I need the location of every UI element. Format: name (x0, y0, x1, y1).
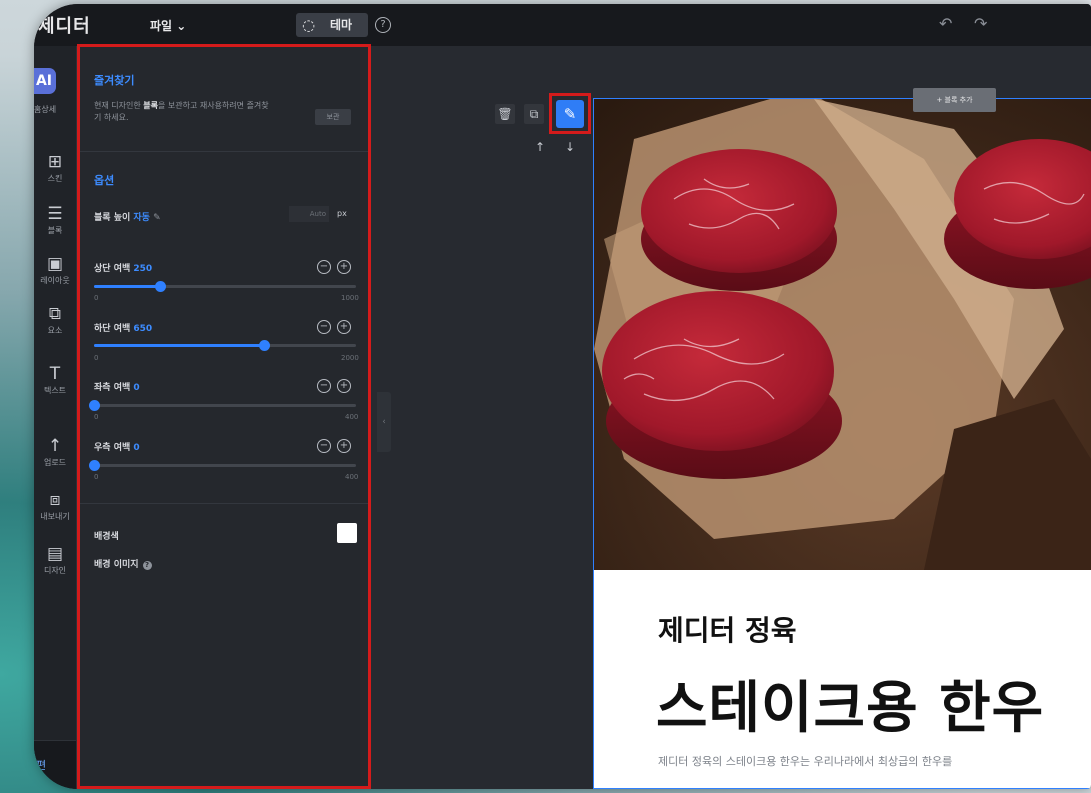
app-logo: 제디터 (38, 16, 91, 37)
sidebar-item-design[interactable]: ▤ 디자인 (34, 544, 76, 576)
copy-icon[interactable]: ⧉ (524, 104, 544, 124)
sidebar-item-skin[interactable]: ⊞ 스킨 (34, 152, 76, 184)
sidebar-item-export[interactable]: ⧈ 내보내기 (34, 490, 76, 522)
top-bar: 제디터 파일 ⌄ ◌ 테마 ? ↶ ↷ (34, 4, 1091, 46)
product-description[interactable]: 제디터 정육의 스테이크용 한우는 우리나라에서 최상급의 한우를 (658, 753, 952, 769)
sidebar-item-element[interactable]: ⧉ 요소 (34, 304, 76, 336)
move-up-icon[interactable]: ↑ (530, 137, 550, 157)
pencil-highlight-box (549, 93, 591, 134)
sidebar-item-block[interactable]: ☰ 블록 (34, 204, 76, 236)
panel-collapse-handle[interactable]: ‹ (377, 392, 391, 452)
sidebar-item-layout[interactable]: ▣ 레이아웃 (34, 254, 76, 286)
undo-icon[interactable]: ↶ (939, 14, 952, 33)
product-subtitle[interactable]: 제디터 정육 (658, 609, 797, 649)
palette-icon: ◌ (302, 16, 316, 34)
text-icon: T (49, 364, 61, 384)
theme-label: 테마 (330, 18, 353, 32)
export-icon: ⧈ (49, 490, 61, 510)
ai-caption: 홈상세 (34, 105, 57, 114)
layout-icon: ▣ (46, 254, 64, 274)
edit-tab[interactable]: 편 (34, 740, 76, 789)
block-canvas[interactable]: 제디터 정육 스테이크용 한우 제디터 정육의 스테이크용 한우는 우리나라에서… (593, 98, 1091, 789)
editor-window: 제디터 파일 ⌄ ◌ 테마 ? ↶ ↷ AI 홈상세 ⊞ 스킨 ☰ 블록 ▣ 레이아웃… (34, 4, 1091, 789)
move-down-icon[interactable]: ↓ (560, 137, 580, 157)
add-block-button[interactable]: + 블록 추가 (913, 88, 996, 112)
design-icon: ▤ (46, 544, 64, 564)
file-menu[interactable]: 파일 ⌄ (150, 17, 186, 34)
block-icon: ☰ (47, 204, 63, 224)
sidebar-item-text[interactable]: T 텍스트 (34, 364, 76, 396)
sidebar-item-upload[interactable]: ↑ 업로드 (34, 436, 76, 468)
grid-icon: ⊞ (47, 152, 63, 172)
redo-icon[interactable]: ↷ (974, 14, 987, 33)
steak-photo (594, 99, 1091, 570)
trash-icon[interactable]: 🗑 (495, 104, 515, 124)
ai-icon[interactable]: AI (34, 68, 56, 94)
left-icon-bar: AI 홈상세 ⊞ 스킨 ☰ 블록 ▣ 레이아웃 ⧉ 요소 T 텍스트 ↑ 업로드 ⧈ 내보내기… (34, 46, 77, 789)
element-icon: ⧉ (48, 304, 62, 324)
theme-button[interactable]: ◌ 테마 (296, 13, 368, 37)
upload-icon: ↑ (47, 436, 63, 456)
panel-highlight-box (77, 44, 371, 789)
product-title[interactable]: 스테이크용 한우 (656, 663, 1044, 744)
help-icon[interactable]: ? (375, 17, 391, 33)
